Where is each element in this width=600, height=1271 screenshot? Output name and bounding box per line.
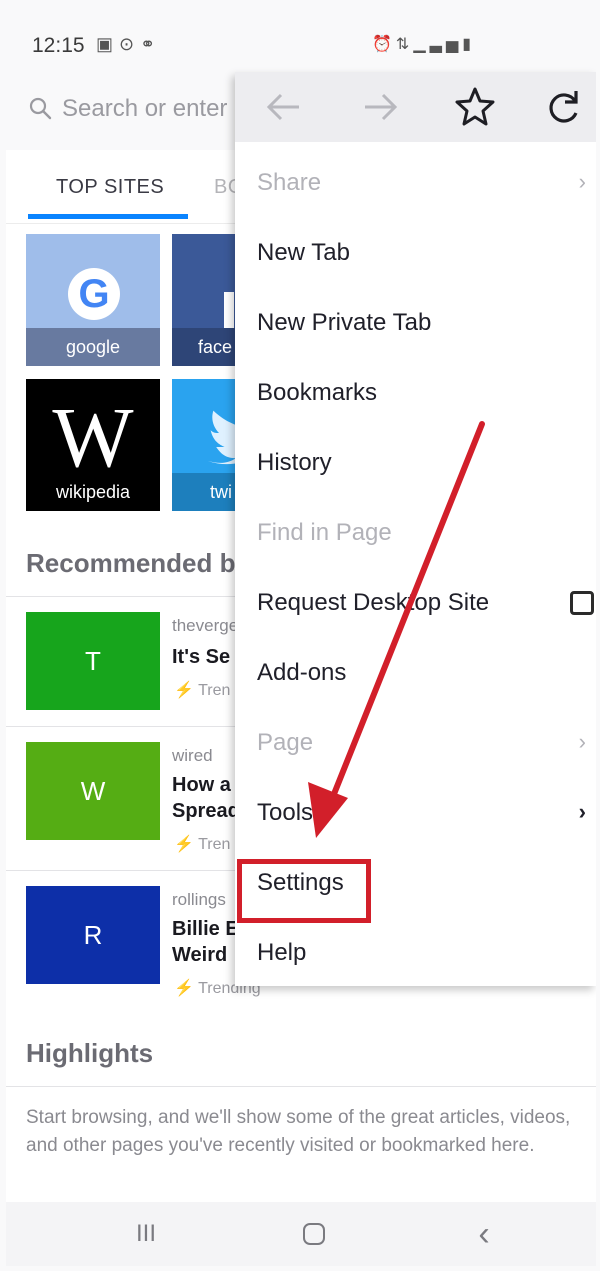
back-icon[interactable] [261,83,309,131]
recents-button[interactable]: III [126,1216,166,1252]
article-title: Billie E Weird [172,918,239,966]
facebook-icon [224,292,234,328]
chevron-right-icon: › [578,799,586,824]
divider [6,1086,596,1087]
trending-text: Tren [198,836,231,853]
status-bar: 12:15 ▣⊙⚭ ⏰⇅▁▃▅▮ [6,4,596,82]
image-icon: ▣ [96,34,120,54]
menu-item-add-ons[interactable]: Add-ons [235,637,596,707]
article-source: wired [172,746,213,765]
back-button[interactable]: ‹ [464,1216,504,1252]
active-tab-indicator [28,214,188,219]
desktop-site-checkbox[interactable] [570,591,594,615]
article-source: rollings [172,890,226,909]
tab-top-sites[interactable]: TOP SITES [56,176,164,199]
trending-label: ⚡ Tren [174,680,230,700]
system-icons: ⏰⇅▁▃▅▮ [372,34,475,54]
menu-item-find-in-page: Find in Page [235,497,596,567]
google-icon: G [68,268,120,320]
menu-item-request-desktop-site[interactable]: Request Desktop Site [235,567,596,637]
reload-icon[interactable] [539,83,587,131]
chevron-right-icon: › [578,169,586,194]
home-button[interactable] [294,1216,334,1252]
menu-item-label: New Private Tab [257,309,432,336]
signal-icon: ▁▃▅ [413,36,463,53]
top-site-label: wikipedia [55,482,131,502]
article-thumbnail: T [26,612,160,710]
menu-item-bookmarks[interactable]: Bookmarks [235,357,596,427]
menu-item-label: New Tab [257,239,350,266]
menu-toolbar [235,72,596,142]
wikipedia-icon: W [52,389,134,485]
menu-item-label: Bookmarks [257,379,378,406]
highlights-description: Start browsing, and we'll show some of t… [26,1107,571,1156]
bolt-icon: ⚡ [174,980,194,997]
system-nav-bar: III ‹ [6,1202,596,1266]
menu-item-label: Share [257,169,322,196]
menu-item-label: History [257,449,332,476]
menu-item-label: Request Desktop Site [257,589,490,616]
menu-item-settings[interactable]: Settings [235,847,596,923]
trending-text: Tren [198,682,231,699]
top-site-wikipedia[interactable]: W wikipedia [26,379,160,511]
status-time: 12:15 [32,34,85,57]
menu-item-share: Share › [235,147,596,217]
bolt-icon: ⚡ [174,682,194,699]
article-title: It's Se [172,646,231,668]
forward-icon[interactable] [357,83,405,131]
alarm-icon: ⏰ [372,36,396,53]
screen: 12:15 ▣⊙⚭ ⏰⇅▁▃▅▮ TOP SITES BO G google f… [6,4,596,1266]
article-source: theverge [172,616,239,635]
top-site-label: google [26,328,160,366]
notification-icons: ▣⊙⚭ [96,34,161,55]
wifi-icon: ⇅ [395,36,414,53]
trending-label: ⚡ Tren [174,834,230,854]
menu-item-label: Find in Page [257,519,392,546]
menu-item-new-private-tab[interactable]: New Private Tab [235,287,596,357]
home-icon [303,1223,325,1245]
voicemail-icon: ⚭ [140,34,162,54]
menu-item-history[interactable]: History [235,427,596,497]
highlights-heading: Highlights [26,1038,154,1068]
bolt-icon: ⚡ [174,836,194,853]
menu-item-label: Help [257,939,307,966]
article-thumbnail: W [26,742,160,840]
search-icon [29,97,52,120]
menu-item-tools[interactable]: Tools › [235,777,596,847]
star-icon[interactable] [451,83,499,131]
overflow-menu: Share › New Tab New Private Tab Bookmark… [235,72,596,986]
menu-item-help[interactable]: Help [235,917,596,987]
top-site-google[interactable]: G google [26,234,160,366]
settings-highlight-box [237,859,371,923]
menu-item-label: Add-ons [257,659,347,686]
recommended-heading: Recommended b [26,548,236,578]
menu-item-new-tab[interactable]: New Tab [235,217,596,287]
sync-icon: ⊙ [119,34,141,54]
menu-item-page: Page › [235,707,596,777]
article-title: How a Spread [172,774,240,822]
battery-icon: ▮ [462,36,476,53]
article-thumbnail: R [26,886,160,984]
menu-item-label: Tools [257,799,314,826]
menu-item-label: Page [257,729,314,756]
chevron-right-icon: › [578,729,586,754]
